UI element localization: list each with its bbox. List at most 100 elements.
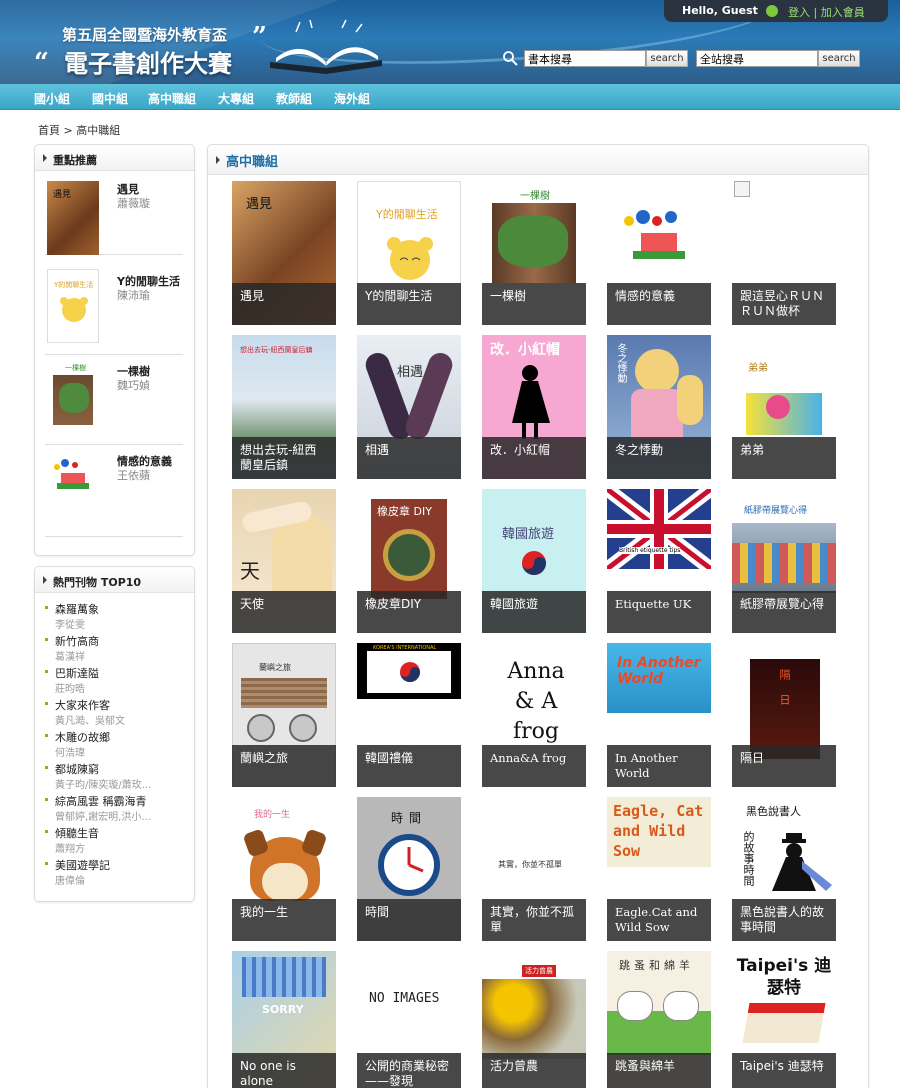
book-card[interactable]: 時間 時間 xyxy=(357,797,461,941)
book-card[interactable]: 紙膠帶展覽心得 紙膠帶展覽心得 xyxy=(732,489,836,633)
logo-title[interactable]: 電子書創作大賽 xyxy=(64,44,232,79)
book-title[interactable]: 一棵樹 xyxy=(482,283,586,325)
book-card[interactable]: Eagle, Cat and Wild Sow Eagle.Cat and Wi… xyxy=(607,797,711,941)
book-title[interactable]: 紙膠帶展覽心得 xyxy=(732,591,836,633)
login-register-link[interactable]: 登入 | 加入會員 xyxy=(788,4,865,20)
book-title[interactable]: 其實，你並不孤單 xyxy=(482,899,586,941)
book-card[interactable]: 跳蚤和綿羊 跳蚤與綿羊 xyxy=(607,951,711,1088)
book-title[interactable]: 隔日 xyxy=(732,745,836,787)
book-title[interactable]: 黑色說書人的故事時間 xyxy=(732,899,836,941)
book-title[interactable]: 相遇 xyxy=(357,437,461,479)
featured-item[interactable]: Y的閒聊生活 Y的閒聊生活 陳沛瑜 xyxy=(45,265,183,355)
book-search-button[interactable]: search xyxy=(646,50,688,67)
top10-item-title[interactable]: 大家來作客 xyxy=(55,697,110,713)
nav-college[interactable]: 大專組 xyxy=(218,90,254,107)
book-card[interactable]: 一棵樹 一棵樹 xyxy=(482,181,586,325)
top10-item-author: 蕭翔方 xyxy=(55,844,85,855)
top10-item-title[interactable]: 新竹高商 xyxy=(55,633,99,649)
site-search-input[interactable] xyxy=(696,50,818,67)
listing-title: 高中職組 xyxy=(226,155,279,170)
book-title[interactable]: 冬之悸動 xyxy=(607,437,711,479)
book-card[interactable]: 弟弟 弟弟 xyxy=(732,335,836,479)
book-card[interactable]: 我的一生 我的一生 xyxy=(232,797,336,941)
book-thumbnail[interactable]: Y的閒聊生活 xyxy=(47,269,99,343)
book-title[interactable]: 活力曾農 xyxy=(482,1053,586,1088)
user-greeting: Hello, Guest xyxy=(682,4,758,17)
book-card[interactable]: 冬之悸動 冬之悸動 xyxy=(607,335,711,479)
featured-item[interactable]: 遇見 遇見 蕭薇璇 xyxy=(45,173,183,255)
book-title[interactable]: 想出去玩-紐西蘭皇后鎮 xyxy=(232,437,336,479)
book-thumbnail[interactable]: 遇見 xyxy=(47,181,99,255)
book-title[interactable]: 改．小紅帽 xyxy=(482,437,586,479)
book-title[interactable]: 天使 xyxy=(232,591,336,633)
book-card[interactable]: 韓國旅遊 韓國旅遊 xyxy=(482,489,586,633)
book-title[interactable]: 韓國禮儀 xyxy=(357,745,461,787)
top10-item-title[interactable]: 都城陳窮 xyxy=(55,761,99,777)
top10-item-author: 唐偉倫 xyxy=(55,876,85,887)
featured-item[interactable]: 情感的意義 王依蘋 xyxy=(45,445,183,537)
logo-subtitle[interactable]: 第五屆全國暨海外教育盃 xyxy=(62,24,227,45)
book-card[interactable]: KOREA'S INTERNATIONAL 韓國禮儀 xyxy=(357,643,461,787)
book-card[interactable]: In Another World In Another World xyxy=(607,643,711,787)
book-title[interactable]: 我的一生 xyxy=(232,899,336,941)
book-card[interactable]: 相遇 相遇 xyxy=(357,335,461,479)
top10-item-title[interactable]: 綜高風雲 稱霸海青 xyxy=(55,793,147,809)
top10-item-title[interactable]: 木雕の故鄉 xyxy=(55,729,110,745)
book-card[interactable]: Y的閒聊生活 Y的閒聊生活 xyxy=(357,181,461,325)
book-card[interactable]: 隔日 隔日 xyxy=(732,643,836,787)
book-card[interactable]: 跟這昱心ＲＵＮＲＵＮ做杯 xyxy=(732,181,836,325)
top10-item-title[interactable]: 傾聽生音 xyxy=(55,825,99,841)
nav-teacher[interactable]: 教師組 xyxy=(276,90,312,107)
book-card[interactable]: Taipei's 迪瑟特 Taipei's 迪瑟特 xyxy=(732,951,836,1088)
top10-item-title[interactable]: 巴斯達隘 xyxy=(55,665,99,681)
book-title[interactable]: Anna&A frog xyxy=(482,745,586,787)
search-icon xyxy=(503,51,518,66)
top10-item-author: 李從雯 xyxy=(55,620,85,631)
book-card[interactable]: 情感的意義 xyxy=(607,181,711,325)
nav-junior-high[interactable]: 國中組 xyxy=(92,90,128,107)
book-card[interactable]: 想出去玩-紐西蘭皇后鎮 想出去玩-紐西蘭皇后鎮 xyxy=(232,335,336,479)
book-card[interactable]: British etiquette tips Etiquette UK xyxy=(607,489,711,633)
book-title[interactable]: 跳蚤與綿羊 xyxy=(607,1053,711,1088)
book-card[interactable]: 黑色說書人 的故事時間 黑色說書人的故事時間 xyxy=(732,797,836,941)
nav-overseas[interactable]: 海外組 xyxy=(334,90,370,107)
featured-box: 重點推薦 遇見 遇見 蕭薇璇 Y的閒聊生活 Y的閒聊生活 陳沛瑜 一棵樹 一棵樹… xyxy=(34,144,195,556)
book-title[interactable]: 蘭嶼之旅 xyxy=(232,745,336,787)
book-title[interactable]: 遇見 xyxy=(232,283,336,325)
book-title[interactable]: In Another World xyxy=(607,745,711,787)
top10-item-title[interactable]: 森羅萬象 xyxy=(55,601,99,617)
nav-senior-high[interactable]: 高中職組 xyxy=(148,90,196,107)
book-card[interactable]: SORRY No one is alone xyxy=(232,951,336,1088)
book-title[interactable]: 跟這昱心ＲＵＮＲＵＮ做杯 xyxy=(732,283,836,325)
featured-item[interactable]: 一棵樹 一棵樹 魏巧媜 xyxy=(45,355,183,445)
book-title[interactable]: 時間 xyxy=(357,899,461,941)
book-title[interactable]: No one is alone xyxy=(232,1053,336,1088)
book-card[interactable]: 遇見 遇見 xyxy=(232,181,336,325)
book-thumbnail[interactable]: 一棵樹 xyxy=(47,361,99,435)
book-title[interactable]: 韓國旅遊 xyxy=(482,591,586,633)
book-thumbnail[interactable] xyxy=(47,455,99,529)
book-card[interactable]: 天 天使 xyxy=(232,489,336,633)
site-search-button[interactable]: search xyxy=(818,50,860,67)
book-title[interactable]: Etiquette UK xyxy=(607,591,711,633)
breadcrumb[interactable]: 首頁 > 高中職組 xyxy=(38,122,120,138)
book-card[interactable]: NO IMAGES 公開的商業秘密——發現 xyxy=(357,951,461,1088)
book-card[interactable]: 活力曾農 活力曾農 xyxy=(482,951,586,1088)
book-title[interactable]: Eagle.Cat and Wild Sow xyxy=(607,899,711,941)
book-title[interactable]: Y的閒聊生活 xyxy=(357,283,461,325)
arrow-icon xyxy=(43,576,47,584)
book-card[interactable]: 橡皮章 DIY 橡皮章DIY xyxy=(357,489,461,633)
book-title[interactable]: 橡皮章DIY xyxy=(357,591,461,633)
book-title[interactable]: Taipei's 迪瑟特 xyxy=(732,1053,836,1088)
top10-item-title[interactable]: 美國遊學記 xyxy=(55,857,110,873)
book-search-input[interactable] xyxy=(524,50,646,67)
book-title[interactable]: 情感的意義 xyxy=(607,283,711,325)
book-title[interactable]: 公開的商業秘密——發現 xyxy=(357,1053,461,1088)
book-card[interactable]: 蘭嶼之旅 蘭嶼之旅 xyxy=(232,643,336,787)
nav-elementary[interactable]: 國小組 xyxy=(34,90,70,107)
featured-item-author: 蕭薇璇 xyxy=(117,197,150,210)
book-card[interactable]: Anna & A frog Anna&A frog xyxy=(482,643,586,787)
book-card[interactable]: 其實，你並不孤單 其實，你並不孤單 xyxy=(482,797,586,941)
book-card[interactable]: 改．小紅帽 改．小紅帽 xyxy=(482,335,586,479)
book-title[interactable]: 弟弟 xyxy=(732,437,836,479)
